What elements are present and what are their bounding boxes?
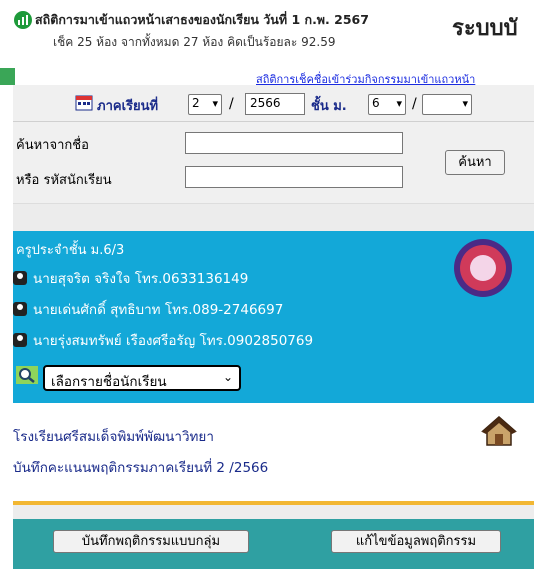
record-title: บันทึกคะแนนพฤติกรรมภาคเรียนที่ 2 /2566 <box>13 460 269 476</box>
search-name-label: ค้นหาจากชื่อ <box>16 138 89 153</box>
teacher-item: นายรุ่งสมทรัพย์ เรืองศรีอรัญ โทร.0902850… <box>13 329 313 351</box>
chevron-down-icon: ⌄ <box>222 370 233 384</box>
attendance-stats-title[interactable]: สถิติการมาเข้าแถวหน้าเสาธงของนักเรียน วั… <box>35 10 369 30</box>
slash-separator: / <box>412 96 417 112</box>
home-icon[interactable] <box>481 415 517 447</box>
slash-separator: / <box>229 96 234 112</box>
homeroom-heading: ครูประจำชั้น ม.6/3 <box>16 243 125 258</box>
homeroom-teacher-panel: ครูประจำชั้น ม.6/3 นายสุจริต จริงใจ โทร.… <box>13 231 534 403</box>
chevron-down-icon: ▾ <box>212 97 218 110</box>
teacher-item: นายเด่นศักดิ์ สุทธิบาท โทร.089-2746697 <box>13 298 283 320</box>
top-banner: สถิติการมาเข้าแถวหน้าเสาธงของนักเรียน วั… <box>0 0 534 62</box>
person-icon <box>13 333 27 347</box>
action-bar: บันทึกพฤติกรรมแบบกลุ่ม แก้ไขข้อมูลพฤติกร… <box>13 505 534 569</box>
calendar-icon <box>75 95 93 111</box>
term-selector-row: ภาคเรียนที่ 2 ▾ / 2566 ชั้น ม. 6 ▾ / ▾ <box>13 85 534 122</box>
magnifier-icon <box>16 366 38 384</box>
grade-label: ชั้น ม. <box>311 99 347 114</box>
spacer <box>13 203 534 232</box>
search-id-label: หรือ รหัสนักเรียน <box>16 173 112 188</box>
search-name-input[interactable] <box>185 132 403 154</box>
teacher-item: นายสุจริต จริงใจ โทร.0633136149 <box>13 267 248 289</box>
edit-behavior-button[interactable]: แก้ไขข้อมูลพฤติกรรม <box>331 530 501 553</box>
school-info: โรงเรียนศรีสมเด็จพิมพ์พัฒนาวิทยา บันทึกค… <box>13 403 534 501</box>
chevron-down-icon: ▾ <box>462 97 468 110</box>
group-behavior-button[interactable]: บันทึกพฤติกรรมแบบกลุ่ม <box>53 530 249 553</box>
person-icon <box>13 271 27 285</box>
search-area: ค้นหาจากชื่อ หรือ รหัสนักเรียน ค้นหา <box>13 122 534 203</box>
bar-chart-icon <box>14 11 32 29</box>
search-button[interactable]: ค้นหา <box>445 150 505 175</box>
search-id-input[interactable] <box>185 166 403 188</box>
grade-select[interactable]: 6 ▾ <box>368 94 406 115</box>
attendance-stats-summary: เช็ค 25 ห้อง จากทั้งหมด 27 ห้อง คิดเป็นร… <box>53 35 336 49</box>
school-logo <box>454 239 512 297</box>
room-select[interactable]: ▾ <box>422 94 472 115</box>
student-select[interactable]: เลือกรายชื่อนักเรียน ⌄ <box>43 365 241 391</box>
school-name: โรงเรียนศรีสมเด็จพิมพ์พัฒนาวิทยา <box>13 429 214 445</box>
year-input[interactable]: 2566 <box>245 93 305 115</box>
term-label: ภาคเรียนที่ <box>97 99 159 114</box>
term-select[interactable]: 2 ▾ <box>188 94 222 115</box>
person-icon <box>13 302 27 316</box>
chevron-down-icon: ▾ <box>396 97 402 110</box>
system-title: ระบบบั <box>452 16 518 41</box>
